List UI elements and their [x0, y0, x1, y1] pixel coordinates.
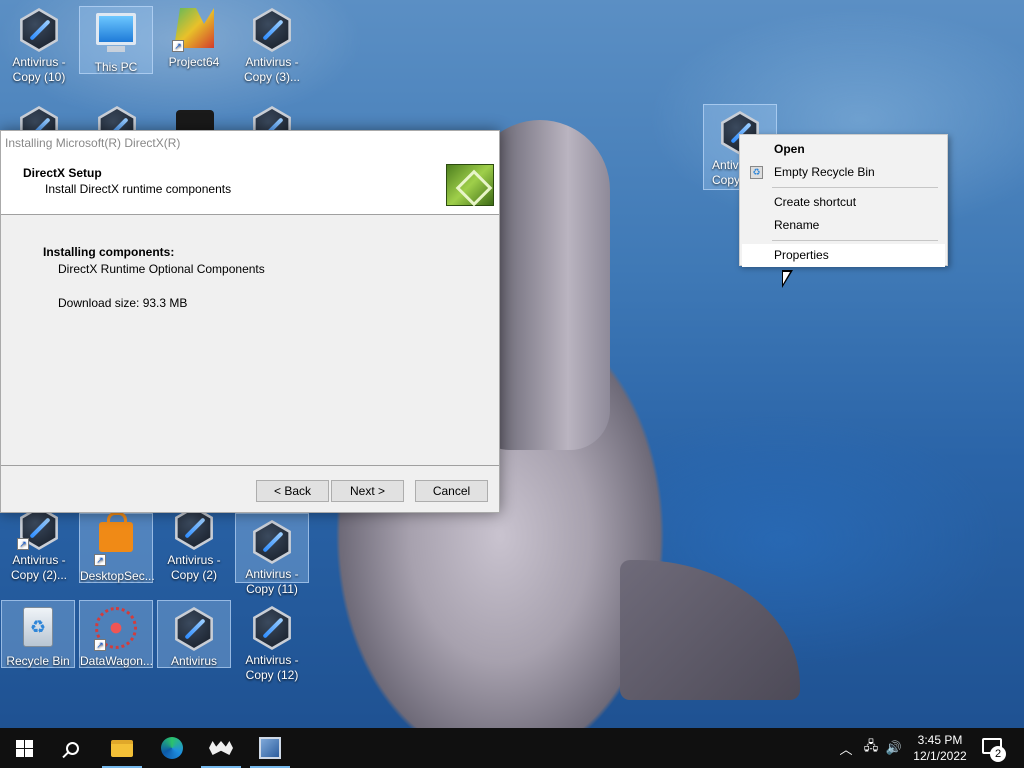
desktop-icon-label: Antivirus - Copy (3)... [243, 55, 300, 84]
desktop-icon-antivirus-copy-12[interactable]: Antivirus - Copy (12) [235, 600, 309, 682]
network-pc-icon [259, 737, 281, 759]
mouse-cursor-icon [782, 270, 793, 288]
setup-body: Installing components: DirectX Runtime O… [1, 215, 499, 465]
tray-overflow-button[interactable]: ︿ [836, 728, 856, 768]
recycle-bin-icon: ♻ [16, 607, 60, 651]
installing-components-heading: Installing components: [43, 245, 175, 259]
download-size: Download size: 93.3 MB [58, 296, 188, 310]
desktop-icon-antivirus-copy-11[interactable]: Antivirus - Copy (11) [235, 513, 309, 596]
edge-icon [161, 737, 183, 759]
desktop-icon-this-pc[interactable]: This PC [79, 6, 153, 74]
desktop-icon-label: Antivirus - Copy (2) [167, 553, 221, 582]
shortcut-arrow-icon: ↗ [94, 554, 106, 566]
window-title: Installing Microsoft(R) DirectX(R) [5, 136, 181, 150]
desktop-icon-hidden-1[interactable] [2, 100, 76, 130]
desktop-icon-label: DataWagon... [80, 654, 153, 668]
taskbar-alien-app[interactable] [197, 728, 245, 768]
desktop-icon-antivirus-copy-10[interactable]: Antivirus - Copy (10) [2, 2, 76, 84]
clock[interactable]: 3:45 PM 12/1/2022 [905, 732, 975, 764]
desktop-icon-label: Recycle Bin [6, 654, 70, 668]
directx-setup-window[interactable]: Installing Microsoft(R) DirectX(R) Direc… [0, 130, 500, 513]
taskbar-network-pc[interactable] [246, 728, 294, 768]
next-button[interactable]: Next > [331, 480, 404, 502]
menu-item-properties[interactable]: Properties [742, 244, 945, 267]
antivirus-icon [172, 607, 216, 651]
desktop-icon-hidden-4[interactable] [235, 100, 309, 130]
antivirus-icon [250, 8, 294, 52]
search-button[interactable] [48, 728, 96, 768]
wallpaper-dolphin-fin [620, 560, 800, 700]
datawagon-icon: ↗ [94, 607, 138, 651]
cancel-button[interactable]: Cancel [415, 480, 488, 502]
desktop-icon-hidden-3[interactable] [158, 104, 232, 130]
desktop-icon-datawagon[interactable]: ↗ DataWagon... [79, 600, 153, 668]
notification-count-badge: 2 [990, 746, 1006, 762]
menu-item-create-shortcut[interactable]: Create shortcut [740, 191, 947, 214]
back-button[interactable]: < Back [256, 480, 329, 502]
network-tray-button[interactable]: 🖧 [860, 728, 882, 768]
menu-item-empty-recycle-bin[interactable]: ♻ Empty Recycle Bin [740, 161, 947, 184]
desktop-icon-label: Antivirus - Copy (2)... [10, 553, 67, 582]
file-explorer-icon [111, 739, 133, 757]
desktop-icon-label: Antivirus - Copy (12) [245, 653, 299, 682]
desktop-icon-recycle-bin[interactable]: ♻ Recycle Bin [1, 600, 75, 668]
antivirus-icon [250, 520, 294, 564]
menu-item-label: Empty Recycle Bin [774, 165, 875, 179]
setup-header-subtitle: Install DirectX runtime components [45, 182, 232, 196]
antivirus-icon [250, 106, 294, 130]
speaker-icon: 🔊 [885, 740, 903, 755]
desktop-icon-project64[interactable]: ↗ Project64 [157, 2, 231, 82]
project64-icon: ↗ [172, 8, 216, 52]
desktop-icon-desktopsec[interactable]: ↗ DesktopSec... [79, 512, 155, 583]
desktop-icon-label: Antivirus [170, 654, 217, 668]
context-menu: Open ♻ Empty Recycle Bin Create shortcut… [739, 134, 948, 267]
taskbar: ︿ 🖧 🔊 3:45 PM 12/1/2022 2 [0, 728, 1024, 768]
window-title-bar[interactable]: Installing Microsoft(R) DirectX(R) [1, 131, 499, 156]
shortcut-arrow-icon: ↗ [17, 538, 29, 550]
menu-item-rename[interactable]: Rename [740, 214, 947, 237]
desktop-icon-antivirus-copy-3[interactable]: Antivirus - Copy (3)... [235, 2, 309, 84]
menu-item-open[interactable]: Open [740, 138, 947, 161]
desktop-icon-label: This PC [94, 60, 138, 74]
antivirus-icon [95, 106, 139, 130]
taskbar-file-explorer[interactable] [98, 728, 146, 768]
shortcut-arrow-icon: ↗ [94, 639, 106, 651]
game-icon [173, 110, 217, 130]
taskbar-edge[interactable] [148, 728, 196, 768]
component-name: DirectX Runtime Optional Components [58, 262, 265, 276]
menu-separator [772, 187, 938, 188]
menu-separator [772, 240, 938, 241]
setup-header-title: DirectX Setup [23, 166, 102, 180]
directx-logo-icon [446, 164, 494, 206]
antivirus-icon [17, 106, 61, 130]
start-button[interactable] [0, 728, 48, 768]
desktop-icon-label: Antivirus - Copy (11) [245, 567, 299, 596]
setup-footer: < Back Next > Cancel [1, 465, 499, 512]
computer-icon [94, 13, 138, 57]
desktop-icon-antivirus[interactable]: Antivirus [157, 600, 231, 668]
antivirus-icon [250, 606, 294, 650]
desktop-icon-label: Antivirus - Copy (10) [12, 55, 66, 84]
network-icon: 🖧 [863, 738, 879, 753]
desktop-icon-hidden-2[interactable] [80, 100, 154, 130]
chevron-up-icon: ︿ [839, 741, 853, 757]
clock-time: 3:45 PM [917, 733, 963, 747]
setup-header: DirectX Setup Install DirectX runtime co… [1, 156, 499, 215]
volume-tray-button[interactable]: 🔊 [883, 728, 905, 768]
lock-icon: ↗ [94, 512, 138, 566]
shortcut-arrow-icon: ↗ [172, 40, 184, 52]
desktop-icon-label: Project64 [168, 55, 220, 69]
recycle-bin-icon: ♻ [750, 166, 763, 179]
alien-app-icon [209, 741, 233, 755]
desktop-icon-label: DesktopSec... [80, 569, 155, 583]
clock-date: 12/1/2022 [913, 749, 967, 763]
search-icon [65, 741, 79, 755]
windows-start-icon [15, 739, 33, 757]
antivirus-icon [17, 8, 61, 52]
